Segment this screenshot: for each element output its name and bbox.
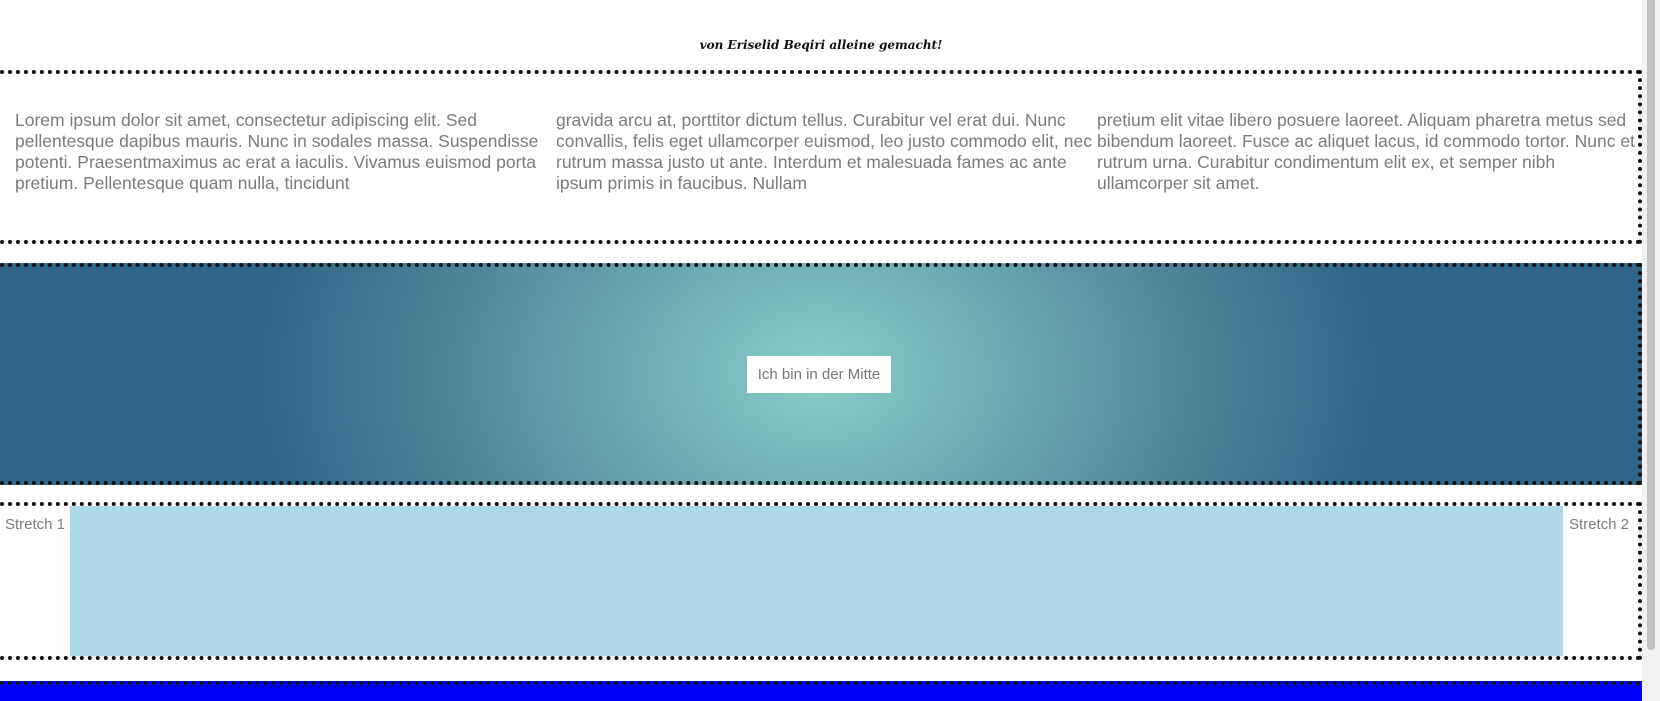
center-label: Ich bin in der Mitte [746, 355, 892, 393]
stretch-section: Stretch 1 Stretch 2 [0, 502, 1642, 660]
vertical-scrollbar[interactable] [1642, 0, 1660, 701]
author-credit: von Eriselid Beqiri alleine gemacht! [699, 38, 943, 52]
text-column-3: pretium elit vitae libero posuere laoree… [1097, 110, 1635, 193]
stretch-left-label: Stretch 1 [5, 516, 66, 533]
text-column-1: Lorem ipsum dolor sit amet, consectetur … [15, 110, 539, 193]
stretch-fill-area [70, 506, 1563, 656]
stretch-right-label: Stretch 2 [1569, 516, 1630, 533]
gradient-section: Ich bin in der Mitte [0, 263, 1642, 485]
scrollbar-thumb[interactable] [1647, 0, 1655, 650]
page: von Eriselid Beqiri alleine gemacht! Lor… [0, 0, 1660, 701]
footer-blue-bar [0, 681, 1642, 701]
text-columns-section: Lorem ipsum dolor sit amet, consectetur … [0, 70, 1642, 244]
text-column-2: gravida arcu at, porttitor dictum tellus… [556, 110, 1092, 193]
